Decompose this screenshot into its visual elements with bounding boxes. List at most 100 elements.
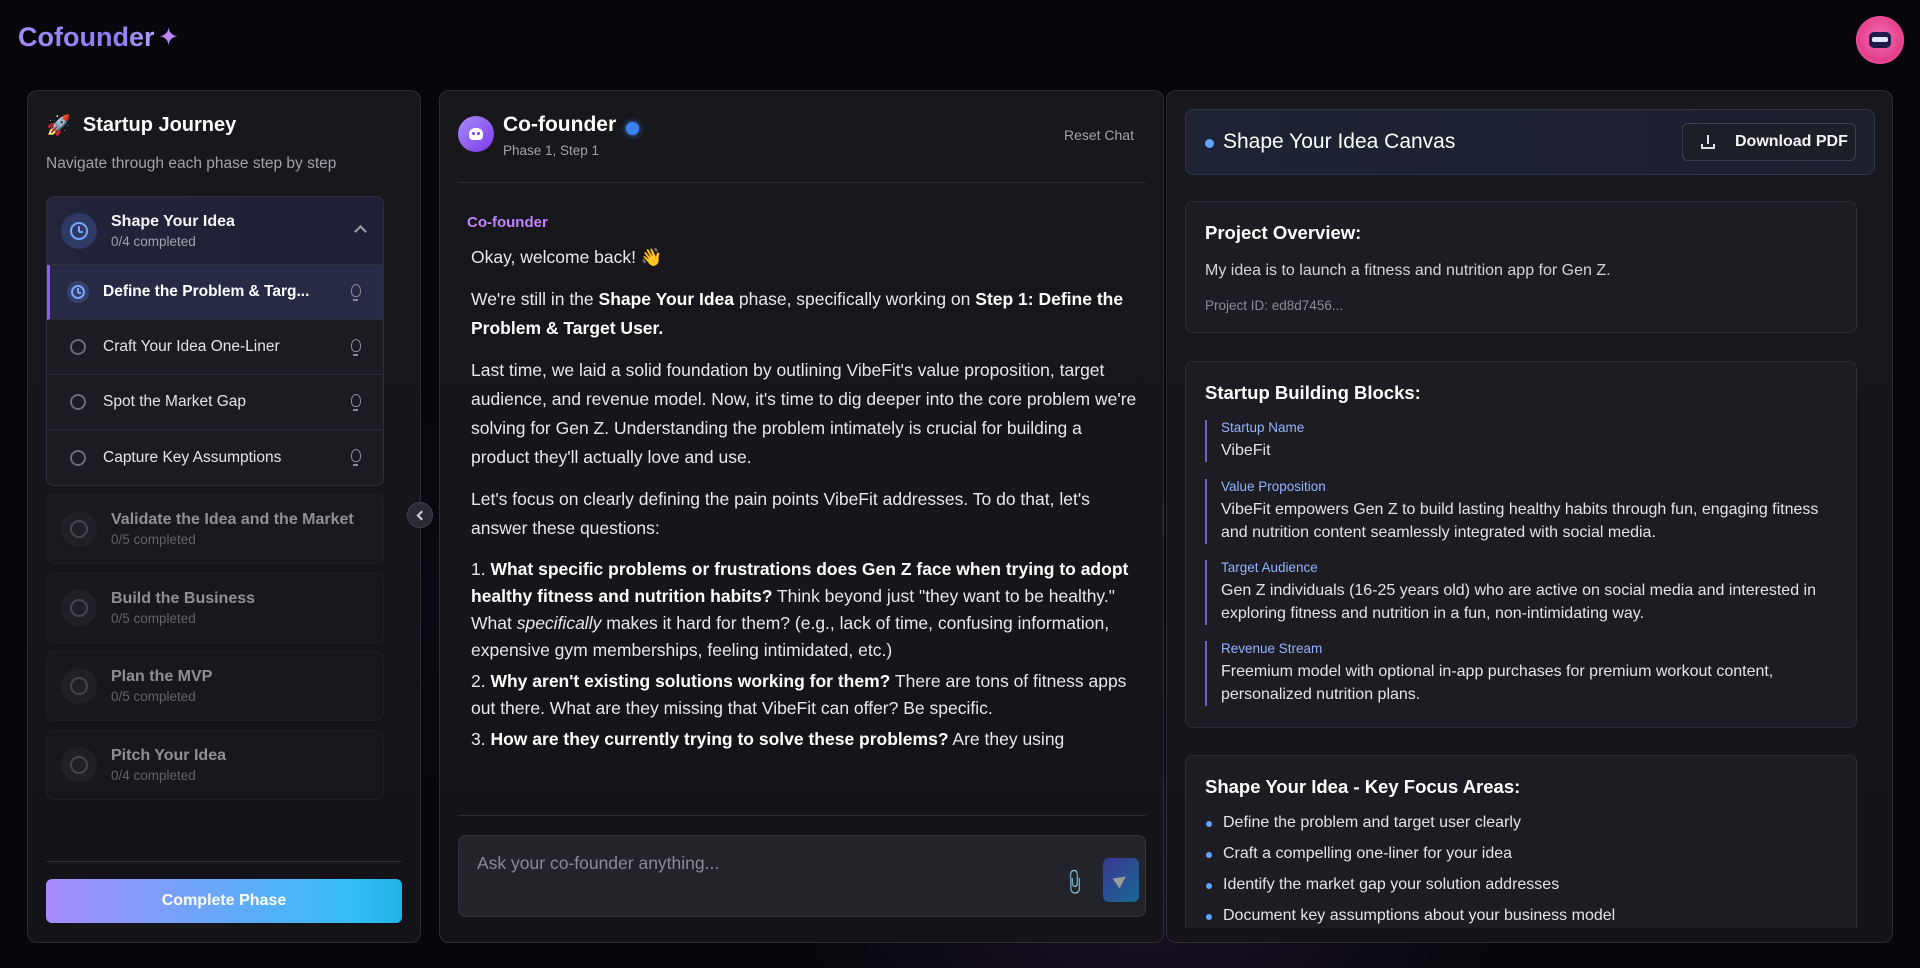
focus-list: Define the problem and target user clear… [1205, 814, 1615, 928]
focus-item: Document key assumptions about your busi… [1205, 907, 1615, 928]
block-label: Value Proposition [1221, 479, 1326, 494]
paperclip-icon[interactable]: 📎 [1059, 867, 1090, 897]
block-value: VibeFit [1221, 442, 1271, 459]
canvas-header: Shape Your Idea Canvas Download PDF [1185, 109, 1875, 175]
circle-icon [61, 511, 97, 547]
phase-validate[interactable]: Validate the Idea and the Market 0/5 com… [46, 494, 384, 564]
bot-icon [469, 128, 483, 140]
card-title: Shape Your Idea - Key Focus Areas: [1205, 776, 1521, 797]
focus-item: Define the problem and target user clear… [1205, 814, 1615, 845]
chat-title-text: Co-founder [503, 113, 617, 136]
chat-input[interactable] [477, 850, 1037, 876]
download-icon [1701, 135, 1715, 149]
canvas-title: Shape Your Idea Canvas [1223, 130, 1456, 153]
chat-messages[interactable]: Co-founder Okay, welcome back! 👋 We're s… [458, 199, 1146, 795]
clock-icon [61, 212, 97, 249]
journey-title: 🚀 Startup Journey [46, 113, 236, 138]
phase-header-shape-your-idea[interactable]: Shape Your Idea 0/4 completed [47, 197, 383, 265]
card-title: Startup Building Blocks: [1205, 382, 1421, 403]
chat-header: Co-founder Phase 1, Step 1 Reset Chat [458, 113, 1146, 183]
circle-icon [61, 590, 97, 626]
circle-icon [67, 391, 89, 413]
block-revenue-stream: Revenue Stream Freemium model with optio… [1205, 641, 1835, 706]
phase-count: 0/5 completed [111, 611, 196, 626]
phase-pitch[interactable]: Pitch Your Idea 0/4 completed [46, 730, 384, 800]
step-label: Craft Your Idea One-Liner [103, 338, 280, 355]
phase-count: 0/5 completed [111, 532, 196, 547]
phase-plan-mvp[interactable]: Plan the MVP 0/5 completed [46, 651, 384, 721]
message-paragraph: Last time, we laid a solid foundation by… [471, 360, 1137, 467]
phase-build-business[interactable]: Build the Business 0/5 completed [46, 573, 384, 643]
online-status-dot [626, 121, 640, 135]
question-item: 3. How are they currently trying to solv… [471, 729, 1065, 749]
status-dot [1205, 139, 1214, 148]
phase-count: 0/4 completed [111, 768, 196, 783]
reset-chat-button[interactable]: Reset Chat [1064, 127, 1134, 143]
chevron-up-icon[interactable] [354, 225, 367, 238]
block-value-proposition: Value Proposition VibeFit empowers Gen Z… [1205, 479, 1835, 544]
clock-icon [67, 281, 89, 303]
block-label: Target Audience [1221, 560, 1318, 575]
step-label: Spot the Market Gap [103, 393, 247, 410]
message-greeting: Okay, welcome back! 👋 [471, 247, 663, 267]
lightbulb-icon[interactable] [351, 284, 361, 301]
chat-title: Co-founder [503, 113, 640, 137]
phase-name: Build the Business [111, 590, 256, 607]
lightbulb-icon[interactable] [351, 339, 361, 356]
chat-input-box: 📎 [458, 835, 1146, 917]
phase-name: Validate the Idea and the Market [111, 511, 354, 528]
block-value: Gen Z individuals (16-25 years old) who … [1221, 582, 1816, 622]
phase-shape-your-idea: Shape Your Idea 0/4 completed Define the… [46, 196, 384, 486]
journey-subtitle: Navigate through each phase step by step [46, 155, 337, 172]
project-id: Project ID: ed8d7456... [1205, 298, 1344, 313]
collapse-sidebar-button[interactable] [407, 502, 433, 528]
robot-avatar-icon [1869, 32, 1891, 48]
message-sender: Co-founder [467, 214, 548, 231]
divider [46, 861, 402, 862]
complete-phase-button[interactable]: Complete Phase [46, 879, 402, 923]
circle-icon [67, 336, 89, 358]
idea-canvas-panel: Shape Your Idea Canvas Download PDF Proj… [1166, 90, 1893, 943]
send-button[interactable] [1103, 858, 1139, 902]
step-market-gap[interactable]: Spot the Market Gap [47, 375, 383, 430]
sparkle-icon: ✦ [158, 24, 179, 51]
step-define-problem[interactable]: Define the Problem & Targ... [47, 265, 383, 320]
block-target-audience: Target Audience Gen Z individuals (16-25… [1205, 560, 1835, 625]
question-item: 2. Why aren't existing solutions working… [471, 671, 1127, 718]
top-bar: Cofounder ✦ [0, 0, 1920, 80]
step-key-assumptions[interactable]: Capture Key Assumptions [47, 430, 383, 485]
building-blocks-card: Startup Building Blocks: Startup Name Vi… [1185, 361, 1857, 728]
phase-name: Plan the MVP [111, 668, 213, 685]
chat-panel: Co-founder Phase 1, Step 1 Reset Chat Co… [439, 90, 1164, 943]
circle-icon [67, 447, 89, 469]
lightbulb-icon[interactable] [351, 449, 361, 466]
download-pdf-button[interactable]: Download PDF [1682, 123, 1856, 161]
step-label: Define the Problem & Targ... [103, 283, 310, 300]
journey-title-text: Startup Journey [82, 114, 237, 136]
key-focus-card: Shape Your Idea - Key Focus Areas: Defin… [1185, 755, 1857, 928]
message-paragraph: Let's focus on clearly defining the pain… [471, 489, 1090, 538]
user-avatar[interactable] [1856, 16, 1904, 64]
bot-avatar [458, 116, 494, 152]
app-logo[interactable]: Cofounder ✦ [18, 22, 179, 53]
card-title: Project Overview: [1205, 222, 1362, 243]
message-paragraph: We're still in the Shape Your Idea phase… [471, 289, 1124, 338]
circle-icon [61, 668, 97, 704]
block-value: VibeFit empowers Gen Z to build lasting … [1221, 501, 1819, 541]
block-startup-name: Startup Name VibeFit [1205, 420, 1835, 462]
send-icon [1112, 871, 1130, 889]
phase-count: 0/5 completed [111, 689, 196, 704]
block-value: Freemium model with optional in-app purc… [1221, 663, 1774, 703]
step-label: Capture Key Assumptions [103, 448, 282, 466]
question-item: 1. What specific problems or frustration… [471, 559, 1129, 660]
assistant-message: Okay, welcome back! 👋 We're still in the… [471, 243, 1141, 757]
phase-name: Pitch Your Idea [111, 747, 226, 764]
step-craft-one-liner[interactable]: Craft Your Idea One-Liner [47, 320, 383, 375]
lightbulb-icon[interactable] [351, 394, 361, 411]
phase-name: Shape Your Idea [111, 212, 235, 230]
project-overview-card: Project Overview: My idea is to launch a… [1185, 201, 1857, 333]
startup-journey-panel: 🚀 Startup Journey Navigate through each … [27, 90, 421, 943]
block-label: Startup Name [1221, 420, 1305, 435]
phase-count: 0/4 completed [111, 233, 196, 249]
chat-phase-step: Phase 1, Step 1 [503, 143, 600, 158]
